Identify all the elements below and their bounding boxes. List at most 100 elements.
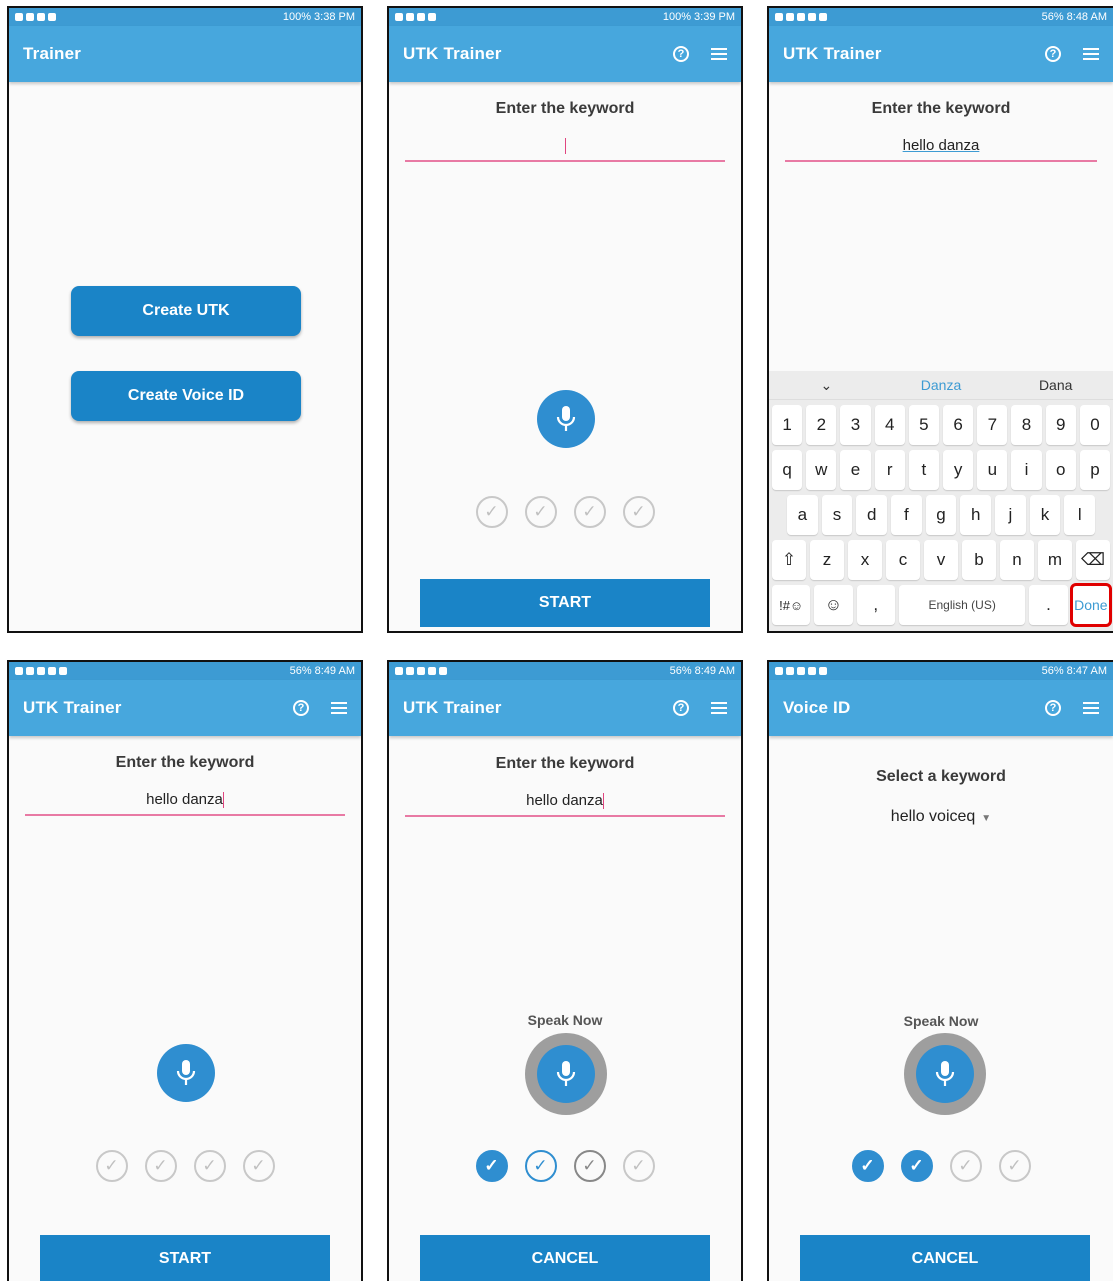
key[interactable]: g — [925, 495, 957, 535]
microphone-icon[interactable] — [537, 1045, 595, 1103]
start-button[interactable]: START — [40, 1235, 330, 1281]
key[interactable]: 7 — [977, 405, 1008, 445]
list-menu-icon[interactable] — [1083, 48, 1099, 60]
keyword-input[interactable]: hello danza — [25, 788, 345, 816]
create-voice-id-button[interactable]: Create Voice ID — [71, 371, 301, 421]
battery-level: 56% — [1041, 11, 1064, 23]
screen-trainer-home: 100% 3:38 PM Trainer Create UTK Create Vo… — [7, 6, 363, 633]
check-circle-icon: ✓ — [573, 496, 606, 528]
check-circle-icon: ✓ — [475, 1150, 508, 1182]
key[interactable]: z — [810, 540, 844, 580]
help-circle-icon[interactable]: ? — [1045, 46, 1061, 62]
keyword-input[interactable] — [405, 134, 725, 162]
help-circle-icon[interactable]: ? — [293, 700, 309, 716]
key[interactable]: 8 — [1011, 405, 1042, 445]
key[interactable]: 9 — [1045, 405, 1076, 445]
soft-keyboard: ⌄ Danza Dana 1 2 3 4 5 6 7 8 9 0 q w e r… — [769, 371, 1113, 631]
help-circle-icon[interactable]: ? — [673, 700, 689, 716]
key[interactable]: k — [1029, 495, 1061, 535]
key[interactable]: c — [886, 540, 920, 580]
key[interactable]: 2 — [806, 405, 837, 445]
keyword-input[interactable]: hello danza — [785, 134, 1097, 162]
key[interactable]: p — [1079, 450, 1111, 490]
key[interactable]: r — [874, 450, 905, 490]
key[interactable]: 3 — [840, 405, 871, 445]
suggestion-item[interactable]: Dana — [998, 377, 1113, 393]
key[interactable]: v — [924, 540, 958, 580]
key[interactable]: e — [840, 450, 871, 490]
speak-now-label: Speak Now — [903, 1013, 979, 1029]
key[interactable]: s — [821, 495, 853, 535]
key[interactable]: j — [995, 495, 1026, 535]
key[interactable]: t — [908, 450, 940, 490]
key[interactable]: 6 — [943, 405, 974, 445]
key[interactable]: q — [772, 450, 803, 490]
done-key[interactable]: Done — [1069, 583, 1113, 627]
create-utk-button[interactable]: Create UTK — [71, 286, 301, 336]
key[interactable]: u — [977, 450, 1008, 490]
keyword-input[interactable]: hello danza — [405, 789, 725, 817]
cancel-button[interactable]: CANCEL — [420, 1235, 710, 1281]
symbols-key[interactable]: !#☺ — [772, 585, 811, 625]
battery-level: 56% — [289, 665, 312, 677]
key[interactable]: i — [1011, 450, 1042, 490]
list-menu-icon[interactable] — [711, 702, 727, 714]
key[interactable]: l — [1064, 495, 1096, 535]
collapse-chevron-icon[interactable]: ⌄ — [769, 377, 884, 394]
key[interactable]: 5 — [908, 405, 940, 445]
check-circle-icon: ✓ — [524, 1150, 557, 1182]
microphone-icon[interactable] — [157, 1044, 215, 1102]
key[interactable]: f — [891, 495, 922, 535]
app-bar: Voice ID ? — [769, 680, 1113, 736]
check-circle-icon: ✓ — [475, 496, 508, 528]
key[interactable]: 1 — [772, 405, 803, 445]
key[interactable]: b — [962, 540, 996, 580]
key[interactable]: n — [1000, 540, 1034, 580]
progress-checks: ✓ ✓ ✓ ✓ — [389, 1150, 741, 1182]
key[interactable]: 0 — [1079, 405, 1111, 445]
shift-icon[interactable]: ⇧ — [772, 540, 806, 580]
emoji-icon[interactable]: ☺ — [814, 585, 853, 625]
dropdown-value: hello voiceq — [890, 808, 976, 825]
battery-level: 100% — [282, 11, 312, 23]
key[interactable]: h — [960, 495, 992, 535]
key[interactable]: d — [856, 495, 888, 535]
key[interactable]: w — [806, 450, 837, 490]
microphone-icon[interactable] — [537, 390, 595, 448]
keyword-input-value: hello danza — [526, 792, 603, 809]
cancel-button[interactable]: CANCEL — [800, 1235, 1090, 1281]
app-title: UTK Trainer — [783, 44, 882, 63]
start-button[interactable]: START — [420, 579, 710, 627]
key[interactable]: y — [943, 450, 974, 490]
microphone-icon[interactable] — [916, 1045, 974, 1103]
status-bar: 56% 8:47 AM — [769, 662, 1113, 680]
app-title: UTK Trainer — [403, 44, 502, 63]
list-menu-icon[interactable] — [1083, 702, 1099, 714]
recording-ring — [904, 1033, 986, 1115]
clock: 8:49 AM — [694, 665, 735, 677]
suggestion-item[interactable]: Danza — [884, 377, 999, 393]
check-circle-icon: ✓ — [998, 1150, 1031, 1182]
check-circle-icon: ✓ — [573, 1150, 606, 1182]
key[interactable]: o — [1045, 450, 1076, 490]
keyword-dropdown[interactable]: hello voiceq ▼ — [769, 808, 1113, 826]
list-menu-icon[interactable] — [711, 48, 727, 60]
key[interactable]: x — [848, 540, 882, 580]
comma-key[interactable]: , — [856, 585, 895, 625]
app-bar: UTK Trainer ? — [769, 26, 1113, 82]
key[interactable]: 4 — [874, 405, 905, 445]
backspace-icon[interactable]: ⌫ — [1076, 540, 1110, 580]
space-key[interactable]: English (US) — [898, 585, 1026, 625]
help-circle-icon[interactable]: ? — [1045, 700, 1061, 716]
list-menu-icon[interactable] — [331, 702, 347, 714]
period-key[interactable]: . — [1029, 585, 1068, 625]
check-circle-icon: ✓ — [622, 496, 655, 528]
key[interactable]: a — [787, 495, 818, 535]
check-circle-icon: ✓ — [193, 1150, 226, 1182]
check-circle-icon: ✓ — [900, 1150, 933, 1182]
keyword-heading: Select a keyword — [876, 768, 1006, 785]
status-bar: 56% 8:48 AM — [769, 8, 1113, 26]
keyword-heading: Enter the keyword — [115, 754, 255, 771]
help-circle-icon[interactable]: ? — [673, 46, 689, 62]
key[interactable]: m — [1038, 540, 1072, 580]
